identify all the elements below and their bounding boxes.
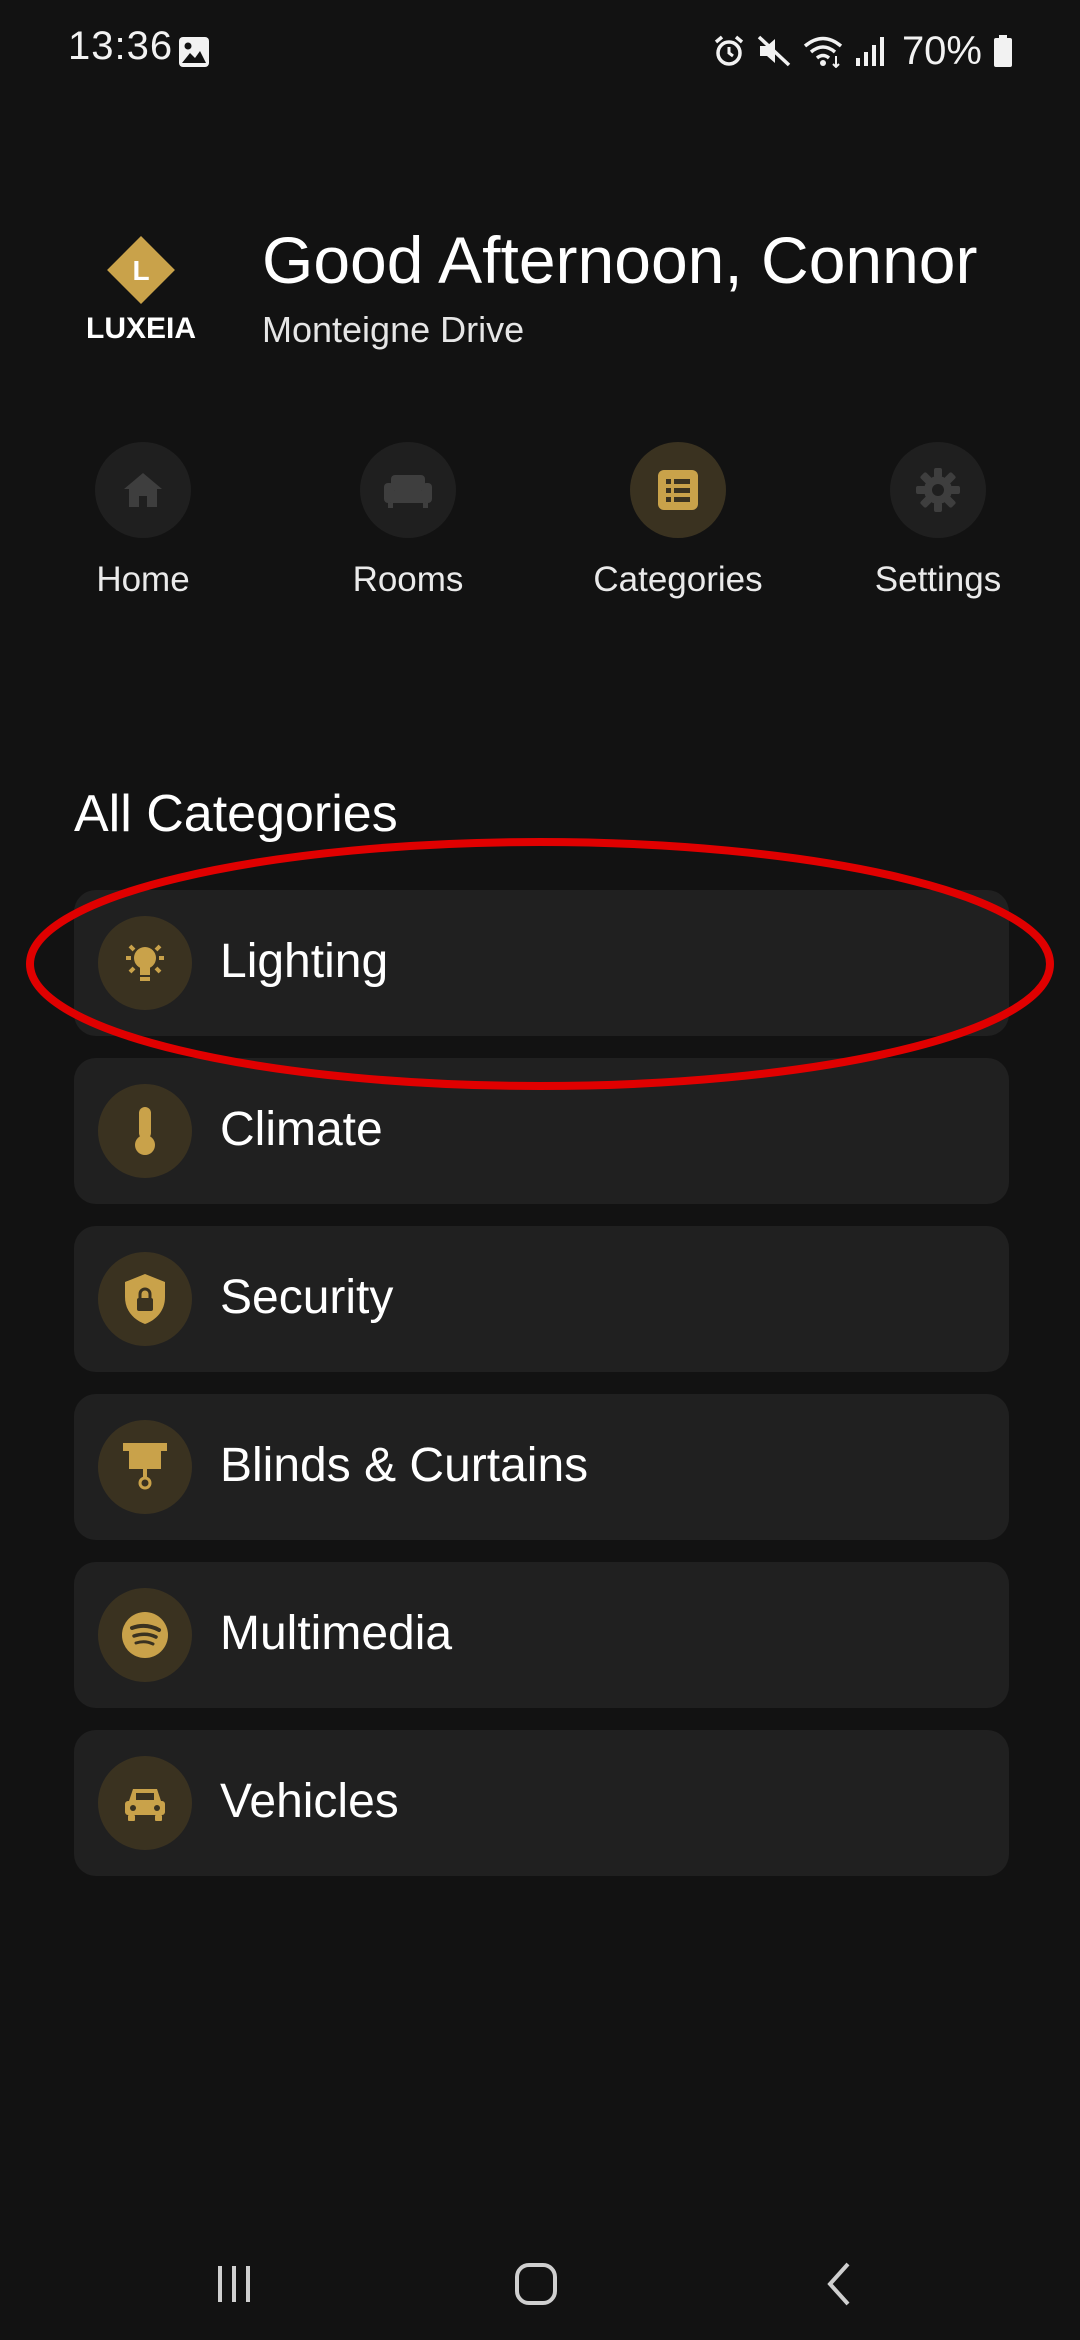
nav-rooms-button[interactable] bbox=[360, 442, 456, 538]
section-title: All Categories bbox=[74, 785, 398, 843]
gear-icon bbox=[916, 468, 960, 512]
logo-text: LUXEIA bbox=[86, 312, 197, 345]
luxeia-logo: L LUXEIA bbox=[86, 236, 196, 356]
nav-rooms-label: Rooms bbox=[352, 560, 464, 599]
blinds-icon bbox=[123, 1443, 167, 1490]
category-blinds-label: Blinds & Curtains bbox=[220, 1439, 589, 1492]
nav-home[interactable]: Home bbox=[23, 442, 263, 612]
category-climate-label: Climate bbox=[220, 1103, 383, 1156]
status-bar: 13:36 70% bbox=[0, 0, 1080, 105]
battery-icon bbox=[994, 35, 1012, 67]
category-security-icon-wrap bbox=[98, 1252, 192, 1346]
nav-settings[interactable]: Settings bbox=[818, 442, 1058, 612]
logo-diamond-icon: L bbox=[107, 236, 175, 304]
category-vehicles[interactable]: Vehicles bbox=[74, 1730, 1009, 1876]
mute-icon bbox=[757, 35, 791, 67]
logo-letter: L bbox=[132, 255, 149, 286]
lightbulb-icon bbox=[126, 944, 164, 981]
category-security-label: Security bbox=[220, 1271, 394, 1324]
home-nav-button[interactable] bbox=[496, 2244, 576, 2324]
shield-lock-icon bbox=[125, 1274, 165, 1324]
car-icon bbox=[125, 1789, 165, 1821]
spotify-icon bbox=[122, 1612, 168, 1658]
image-icon bbox=[179, 37, 209, 67]
nav-categories-label: Categories bbox=[593, 560, 763, 599]
nav-rooms[interactable]: Rooms bbox=[288, 442, 528, 612]
category-lighting-label: Lighting bbox=[220, 935, 389, 988]
category-multimedia-icon-wrap bbox=[98, 1588, 192, 1682]
nav-home-button[interactable] bbox=[95, 442, 191, 538]
category-climate[interactable]: Climate bbox=[74, 1058, 1009, 1204]
recent-apps-icon bbox=[218, 2266, 250, 2302]
sofa-icon bbox=[384, 475, 432, 508]
system-nav-bar bbox=[0, 2220, 1080, 2340]
category-lighting-icon-wrap bbox=[98, 916, 192, 1010]
category-multimedia[interactable]: Multimedia bbox=[74, 1562, 1009, 1708]
status-time: 13:36 bbox=[68, 24, 174, 68]
home-circle-icon bbox=[515, 2263, 557, 2305]
recent-apps-button[interactable] bbox=[194, 2244, 274, 2324]
category-climate-icon-wrap bbox=[98, 1084, 192, 1178]
back-button[interactable] bbox=[800, 2244, 880, 2324]
category-security[interactable]: Security bbox=[74, 1226, 1009, 1372]
nav-home-label: Home bbox=[96, 560, 190, 599]
category-vehicles-label: Vehicles bbox=[220, 1775, 399, 1828]
back-chevron-icon bbox=[827, 2262, 850, 2306]
battery-percent: 70% bbox=[901, 28, 982, 73]
wifi-icon bbox=[803, 36, 843, 68]
thermometer-icon bbox=[135, 1107, 155, 1155]
nav-categories[interactable]: Categories bbox=[558, 442, 798, 612]
list-icon bbox=[658, 470, 698, 510]
category-multimedia-label: Multimedia bbox=[220, 1607, 453, 1660]
location-subtitle: Monteigne Drive bbox=[262, 309, 525, 350]
home-icon bbox=[124, 473, 162, 507]
nav-settings-label: Settings bbox=[874, 560, 1002, 599]
category-blinds-curtains[interactable]: Blinds & Curtains bbox=[74, 1394, 1009, 1540]
category-vehicles-icon-wrap bbox=[98, 1756, 192, 1850]
category-blinds-icon-wrap bbox=[98, 1420, 192, 1514]
nav-categories-button[interactable] bbox=[630, 442, 726, 538]
alarm-icon bbox=[714, 35, 744, 66]
greeting-title: Good Afternoon, Connor bbox=[262, 223, 978, 297]
signal-icon bbox=[855, 37, 884, 66]
category-lighting[interactable]: Lighting bbox=[74, 890, 1009, 1036]
nav-settings-button[interactable] bbox=[890, 442, 986, 538]
status-icons: 70% bbox=[712, 26, 1014, 76]
